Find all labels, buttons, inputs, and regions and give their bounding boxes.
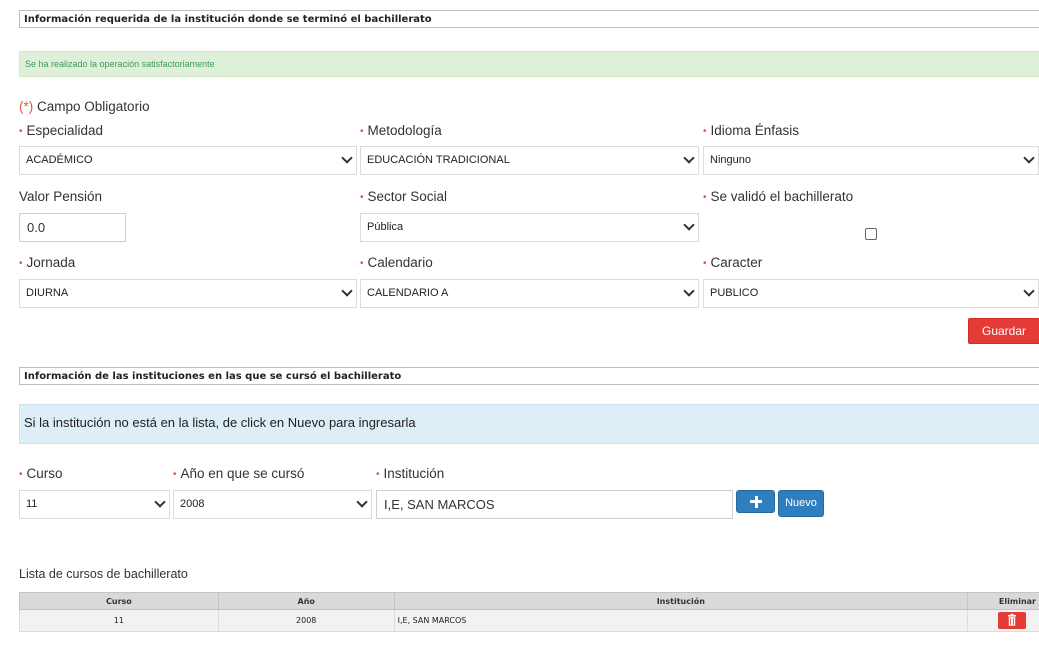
metodologia-select[interactable]: EDUCACIÓN TRADICIONAL — [360, 146, 699, 175]
especialidad-value: ACADÉMICO — [26, 154, 93, 166]
chevron-down-icon — [156, 500, 163, 507]
valor-pension-input[interactable]: 0.0 — [19, 213, 126, 242]
caracter-label: • Caracter — [703, 255, 763, 270]
caracter-select[interactable]: PUBLICO — [703, 279, 1039, 308]
cell-anio: 2008 — [217, 609, 395, 632]
chevron-down-icon — [685, 289, 692, 296]
column-header-eliminar: Eliminar — [967, 592, 1039, 610]
cell-eliminar — [967, 609, 1039, 632]
chevron-down-icon — [1025, 156, 1032, 163]
idioma-select[interactable]: Ninguno — [703, 146, 1039, 175]
curso-select[interactable]: 11 — [19, 490, 170, 519]
chevron-down-icon — [343, 289, 350, 296]
jornada-label: • Jornada — [19, 255, 76, 270]
table-title: Lista de cursos de bachillerato — [19, 567, 188, 581]
especialidad-label: • Especialidad — [19, 123, 104, 138]
anio-value: 2008 — [180, 498, 205, 510]
cell-institucion: I,E, SAN MARCOS — [393, 609, 969, 632]
required-note: (*) Campo Obligatorio — [19, 99, 150, 114]
section-header-institutions-attended: Información de las instituciones en las … — [19, 367, 1039, 385]
valor-pension-label: Valor Pensión — [19, 189, 103, 204]
validado-label: • Se validó el bachillerato — [703, 189, 854, 204]
curso-label: • Curso — [19, 466, 63, 481]
chevron-down-icon — [358, 500, 365, 507]
cell-curso: 11 — [19, 609, 219, 632]
especialidad-select[interactable]: ACADÉMICO — [19, 146, 357, 175]
column-header-anio: Año — [217, 592, 395, 610]
column-header-institucion: Institución — [393, 592, 969, 610]
table-row: 11 2008 I,E, SAN MARCOS — [19, 609, 1039, 632]
save-button[interactable]: Guardar — [968, 318, 1039, 344]
chevron-down-icon — [343, 156, 350, 163]
calendario-value: CALENDARIO A — [367, 287, 449, 299]
anio-label: • Año en que se cursó — [173, 466, 305, 481]
calendario-select[interactable]: CALENDARIO A — [360, 279, 699, 308]
curso-value: 11 — [26, 498, 38, 510]
add-institution-button[interactable] — [736, 490, 775, 513]
calendario-label: • Calendario — [360, 255, 433, 270]
institucion-input[interactable]: I,E, SAN MARCOS — [376, 490, 733, 519]
institucion-label: • Institución — [376, 466, 445, 481]
metodologia-label: • Metodología — [360, 123, 442, 138]
jornada-value: DIURNA — [26, 287, 69, 299]
delete-row-button[interactable] — [998, 612, 1026, 629]
table-header-row: Curso Año Institución Eliminar — [19, 592, 1039, 610]
success-alert: Se ha realizado la operación satisfactor… — [19, 51, 1039, 77]
idioma-label: • Idioma Énfasis — [703, 123, 800, 138]
section-header-institution-finished: Información requerida de la institución … — [19, 10, 1039, 28]
chevron-down-icon — [685, 223, 692, 230]
info-alert: Si la institución no está en la lista, d… — [19, 404, 1039, 444]
sector-social-label: • Sector Social — [360, 189, 448, 204]
sector-social-select[interactable]: Pública — [360, 213, 699, 242]
new-institution-button[interactable]: Nuevo — [778, 490, 824, 517]
column-header-curso: Curso — [19, 592, 219, 610]
jornada-select[interactable]: DIURNA — [19, 279, 357, 308]
sector-social-value: Pública — [367, 221, 404, 233]
anio-select[interactable]: 2008 — [173, 490, 372, 519]
chevron-down-icon — [1025, 289, 1032, 296]
chevron-down-icon — [685, 156, 692, 163]
metodologia-value: EDUCACIÓN TRADICIONAL — [367, 154, 510, 166]
trash-icon — [1008, 613, 1016, 626]
idioma-value: Ninguno — [710, 154, 751, 166]
caracter-value: PUBLICO — [710, 287, 759, 299]
validado-checkbox[interactable] — [865, 228, 877, 240]
courses-table: Curso Año Institución Eliminar 11 2008 I… — [19, 592, 1039, 632]
